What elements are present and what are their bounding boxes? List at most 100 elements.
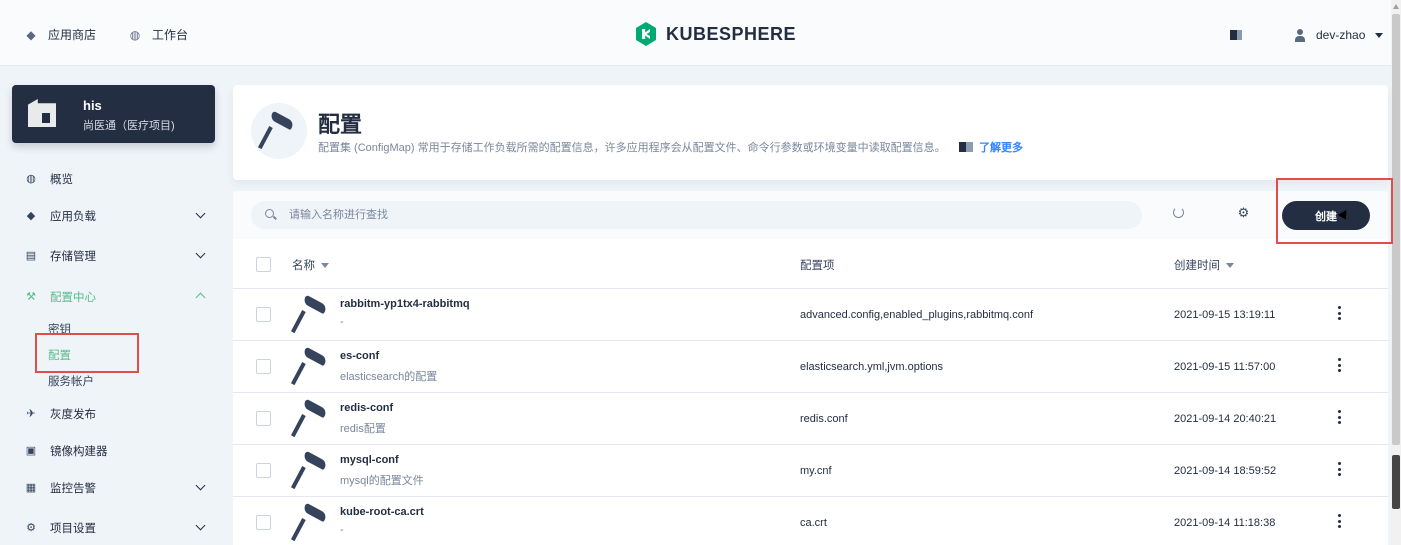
- configmap-items: ca.crt: [800, 517, 827, 529]
- kubesphere-logo-icon: [634, 22, 658, 46]
- sidebar-item-storage[interactable]: ▤ 存储管理: [24, 248, 206, 264]
- app-store-link[interactable]: ◆ 应用商店: [24, 26, 96, 43]
- chevron-down-icon: [195, 520, 206, 531]
- table-row[interactable]: redis-conf redis配置 redis.conf 2021-09-14…: [233, 393, 1388, 445]
- sort-caret-icon: [1226, 262, 1234, 268]
- learn-more-link[interactable]: 了解更多: [959, 139, 1023, 155]
- more-actions-icon[interactable]: [1334, 410, 1344, 424]
- column-header-name[interactable]: 名称: [292, 257, 329, 273]
- more-actions-icon[interactable]: [1334, 306, 1344, 320]
- sidebar-item-config-center[interactable]: ⚒ 配置中心: [24, 289, 206, 305]
- kubesphere-logo[interactable]: KUBESPHERE: [634, 22, 796, 46]
- image-builder-icon: ▣: [25, 445, 37, 457]
- refresh-icon[interactable]: [1173, 207, 1184, 218]
- sidebar-item-image-builder[interactable]: ▣ 镜像构建器: [24, 443, 204, 459]
- configmap-description: -: [340, 524, 344, 536]
- configmap-items: redis.conf: [800, 413, 848, 425]
- select-all-checkbox[interactable]: [256, 257, 271, 272]
- dashboard-icon: ◍: [26, 173, 36, 185]
- configmap-description: mysql的配置文件: [340, 475, 424, 487]
- user-menu[interactable]: dev-zhao: [1294, 28, 1384, 42]
- scroll-thumb[interactable]: [1392, 455, 1400, 509]
- created-time: 2021-09-15 11:57:00: [1174, 361, 1276, 373]
- more-actions-icon[interactable]: [1334, 358, 1344, 372]
- row-checkbox[interactable]: [256, 359, 271, 374]
- row-checkbox[interactable]: [256, 411, 271, 426]
- bird-icon: ✈: [26, 408, 36, 420]
- table-header: 名称 配置项 创建时间: [233, 239, 1388, 289]
- page-scrollbar[interactable]: [1391, 0, 1401, 545]
- search-input[interactable]: [289, 201, 1129, 229]
- documentation-icon[interactable]: [1230, 30, 1242, 40]
- sidebar-item-label: 应用负载: [50, 211, 96, 223]
- configmap-description: redis配置: [340, 423, 386, 435]
- page-title: 配置: [318, 112, 363, 137]
- sidebar-item-label: 监控告警: [50, 483, 96, 495]
- project-name: his: [83, 98, 102, 113]
- configmap-name-link[interactable]: rabbitm-yp1tx4-rabbitmq: [340, 298, 470, 310]
- sidebar-item-grayscale[interactable]: ✈ 灰度发布: [24, 406, 204, 422]
- configmap-name-link[interactable]: mysql-conf: [340, 454, 399, 466]
- column-items-label: 配置项: [800, 260, 835, 272]
- configmap-name-link[interactable]: kube-root-ca.crt: [340, 506, 424, 518]
- table-toolbar: ⚙ 创建: [233, 191, 1388, 239]
- chevron-down-icon: [195, 208, 206, 219]
- highlight-box-create: [1276, 178, 1393, 244]
- gear-icon[interactable]: ⚙: [1237, 206, 1250, 219]
- configmap-table-panel: ⚙ 创建 名称 配置项 创建时间 rabbitm-yp1tx4-rabbitmq…: [233, 191, 1388, 545]
- column-header-created[interactable]: 创建时间: [1174, 257, 1234, 273]
- sidebar-item-project-settings[interactable]: ⚙ 项目设置: [24, 520, 206, 536]
- sidebar-item-label: 配置中心: [50, 292, 96, 304]
- workbench-link[interactable]: ◍ 工作台: [128, 26, 188, 43]
- configmap-description: -: [340, 316, 344, 328]
- hammer-icon: [290, 346, 328, 386]
- sidebar-item-workloads[interactable]: ◆ 应用负载: [24, 208, 206, 224]
- row-checkbox[interactable]: [256, 307, 271, 322]
- appstore-icon: ◆: [26, 27, 36, 42]
- configmap-description: elasticsearch的配置: [340, 371, 438, 383]
- configmap-name-link[interactable]: redis-conf: [340, 402, 393, 414]
- sidebar-item-overview[interactable]: ◍ 概览: [24, 171, 204, 187]
- project-icon: [28, 99, 56, 127]
- table-row[interactable]: kube-root-ca.crt - ca.crt 2021-09-14 11:…: [233, 497, 1388, 545]
- created-time: 2021-09-14 18:59:52: [1174, 465, 1277, 477]
- appstore-icon: ◆: [26, 210, 36, 222]
- scroll-track[interactable]: [1392, 14, 1400, 445]
- username: dev-zhao: [1316, 28, 1366, 42]
- scroll-up-arrow[interactable]: [1393, 4, 1399, 9]
- created-time: 2021-09-14 11:18:38: [1174, 517, 1276, 529]
- more-actions-icon[interactable]: [1334, 514, 1344, 528]
- search-bar[interactable]: [251, 201, 1142, 229]
- more-actions-icon[interactable]: [1334, 462, 1344, 476]
- caret-down-icon: [1375, 32, 1384, 38]
- app-store-label: 应用商店: [48, 28, 97, 42]
- hammer-icon: ⚒: [26, 291, 36, 303]
- table-row[interactable]: es-conf elasticsearch的配置 elasticsearch.y…: [233, 341, 1388, 393]
- hammer-icon: [290, 450, 328, 490]
- configmap-items: my.cnf: [800, 465, 832, 477]
- dashboard-icon: ◍: [129, 27, 141, 42]
- sidebar-item-monitoring[interactable]: ▦ 监控告警: [24, 480, 206, 496]
- sidebar-item-label: 项目设置: [50, 523, 96, 535]
- chevron-down-icon: [195, 248, 206, 259]
- table-row[interactable]: rabbitm-yp1tx4-rabbitmq - advanced.confi…: [233, 289, 1388, 341]
- row-checkbox[interactable]: [256, 515, 271, 530]
- hammer-icon: [290, 294, 328, 334]
- sidebar-item-label: 存储管理: [50, 251, 96, 263]
- search-icon: [265, 209, 274, 218]
- column-created-label: 创建时间: [1174, 260, 1220, 272]
- column-name-label: 名称: [292, 260, 315, 272]
- row-checkbox[interactable]: [256, 463, 271, 478]
- sidebar-subitem-service-accounts[interactable]: 服务帐户: [48, 373, 94, 389]
- configmap-items: elasticsearch.yml,jvm.options: [800, 361, 944, 373]
- sidebar-item-label: 概览: [50, 174, 73, 186]
- sidebar-item-label: 镜像构建器: [50, 446, 108, 458]
- hammer-icon: [290, 398, 328, 438]
- chevron-up-icon: [195, 292, 206, 303]
- project-card[interactable]: his 尚医通（医疗项目): [12, 85, 215, 143]
- table-row[interactable]: mysql-conf mysql的配置文件 my.cnf 2021-09-14 …: [233, 445, 1388, 497]
- user-icon: [1294, 28, 1306, 42]
- page-header-card: 配置 配置集 (ConfigMap) 常用于存储工作负载所需的配置信息，许多应用…: [233, 85, 1388, 180]
- database-icon: ▤: [25, 250, 37, 262]
- configmap-name-link[interactable]: es-conf: [340, 350, 379, 362]
